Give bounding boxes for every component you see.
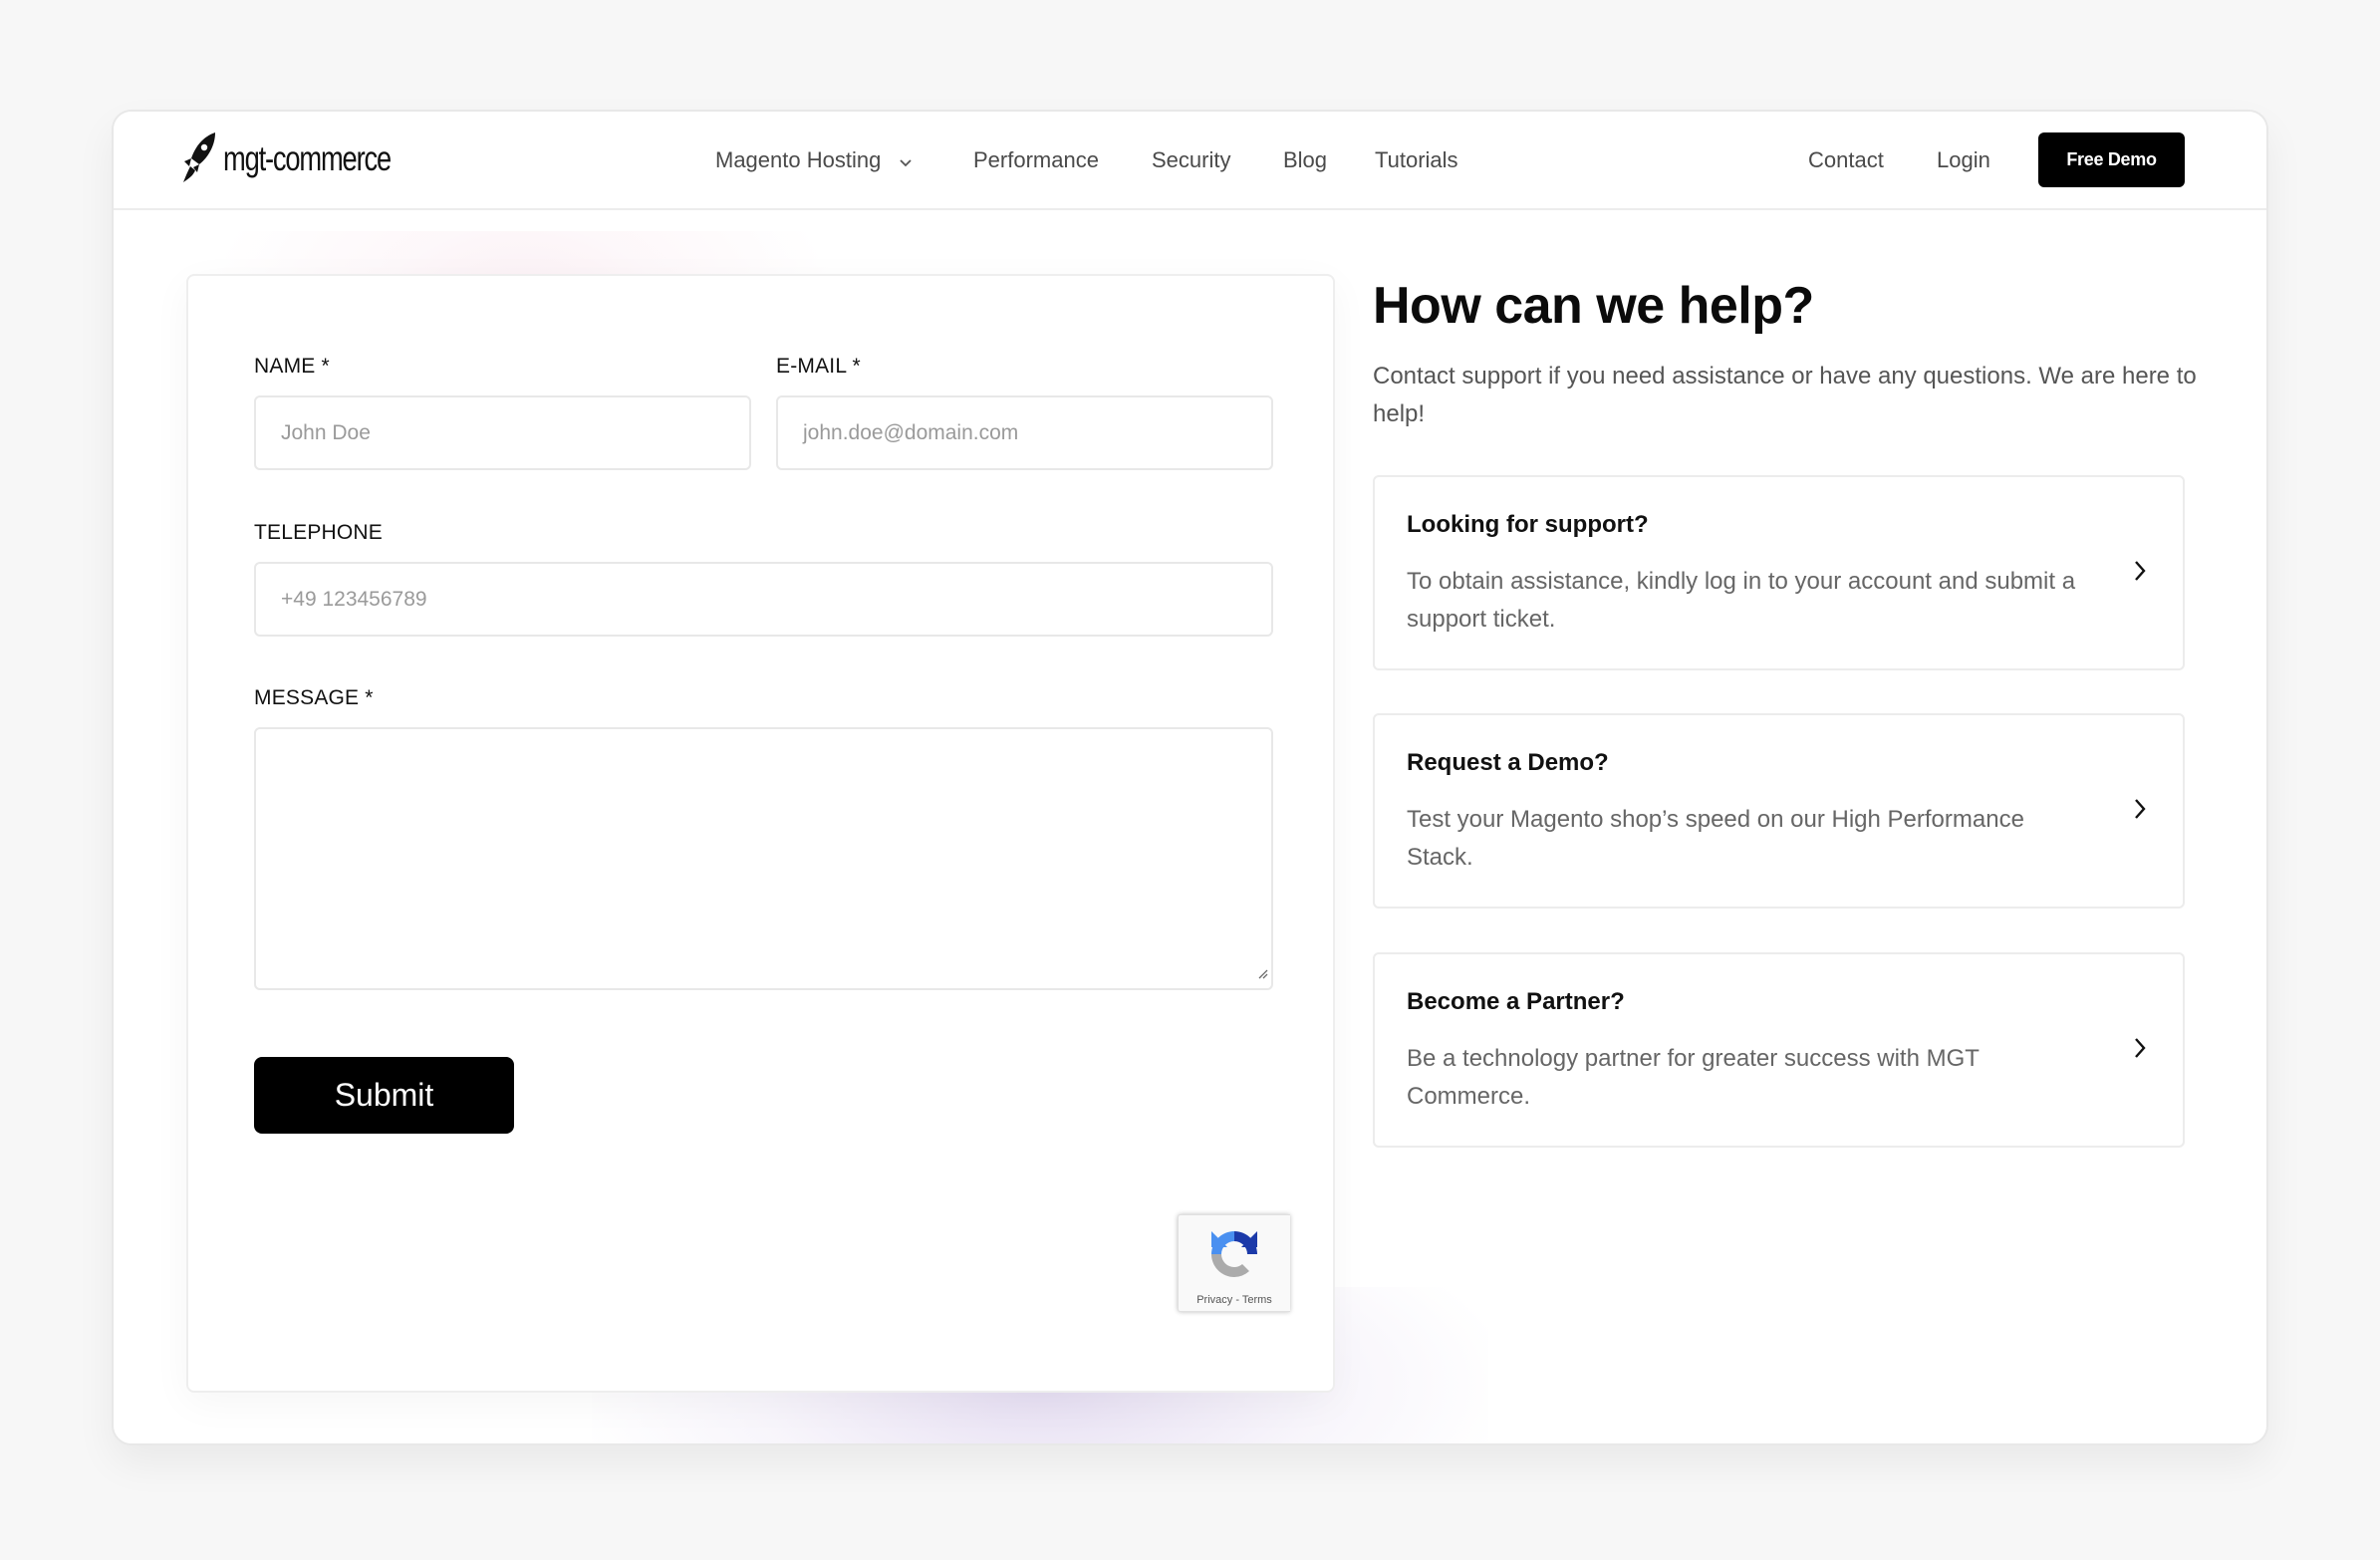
site-header: mgt-commerce Magento Hosting Performance… (114, 112, 2266, 210)
brand-name: mgt-commerce (223, 139, 392, 178)
chevron-right-icon (2133, 1036, 2147, 1065)
page-window: mgt-commerce Magento Hosting Performance… (112, 110, 2268, 1445)
nav-security[interactable]: Security (1152, 145, 1230, 175)
card-title: Looking for support? (1407, 511, 1649, 538)
chevron-right-icon (2133, 797, 2147, 826)
telephone-label: TELEPHONE (254, 521, 383, 544)
logo[interactable]: mgt-commerce (181, 131, 437, 187)
nav-blog[interactable]: Blog (1283, 145, 1327, 175)
message-textarea[interactable] (254, 727, 1273, 990)
chevron-right-icon (2133, 559, 2147, 588)
nav-login[interactable]: Login (1937, 145, 1990, 175)
demo-card[interactable]: Request a Demo? Test your Magento shop’s… (1373, 713, 2185, 909)
name-placeholder: John Doe (281, 420, 371, 444)
nav-tutorials[interactable]: Tutorials (1375, 145, 1458, 175)
help-description: Contact support if you need assistance o… (1373, 363, 2197, 427)
rocket-icon (181, 130, 217, 189)
card-title: Become a Partner? (1407, 988, 1625, 1015)
partner-card[interactable]: Become a Partner? Be a technology partne… (1373, 952, 2185, 1148)
help-title: How can we help? (1373, 277, 1814, 335)
email-label: E-MAIL * (776, 355, 861, 378)
nav-performance[interactable]: Performance (973, 145, 1099, 175)
card-text: Be a technology partner for greater succ… (1407, 1045, 1980, 1110)
nav-contact[interactable]: Contact (1808, 145, 1884, 175)
resize-handle-icon[interactable] (1256, 961, 1268, 985)
nav-magento-hosting[interactable]: Magento Hosting (715, 145, 913, 176)
telephone-field[interactable]: +49 123456789 (254, 562, 1273, 637)
email-placeholder: john.doe@domain.com (803, 420, 1019, 444)
recaptcha-links[interactable]: Privacy - Terms (1196, 1294, 1272, 1306)
chevron-down-icon (899, 146, 913, 176)
email-field[interactable]: john.doe@domain.com (776, 395, 1273, 470)
telephone-placeholder: +49 123456789 (281, 587, 427, 611)
message-label: MESSAGE * (254, 686, 374, 709)
card-text: Test your Magento shop’s speed on our Hi… (1407, 806, 2024, 871)
name-label: NAME * (254, 355, 330, 378)
card-text: To obtain assistance, kindly log in to y… (1407, 568, 2076, 633)
submit-button[interactable]: Submit (254, 1057, 514, 1134)
recaptcha-icon (1205, 1225, 1263, 1288)
nav-label: Magento Hosting (715, 147, 882, 172)
free-demo-button[interactable]: Free Demo (2038, 132, 2185, 187)
contact-form: NAME * John Doe E-MAIL * john.doe@domain… (186, 274, 1335, 1393)
recaptcha-badge[interactable]: Privacy - Terms (1178, 1214, 1290, 1312)
name-field[interactable]: John Doe (254, 395, 751, 470)
card-title: Request a Demo? (1407, 749, 1609, 776)
support-card[interactable]: Looking for support? To obtain assistanc… (1373, 475, 2185, 670)
